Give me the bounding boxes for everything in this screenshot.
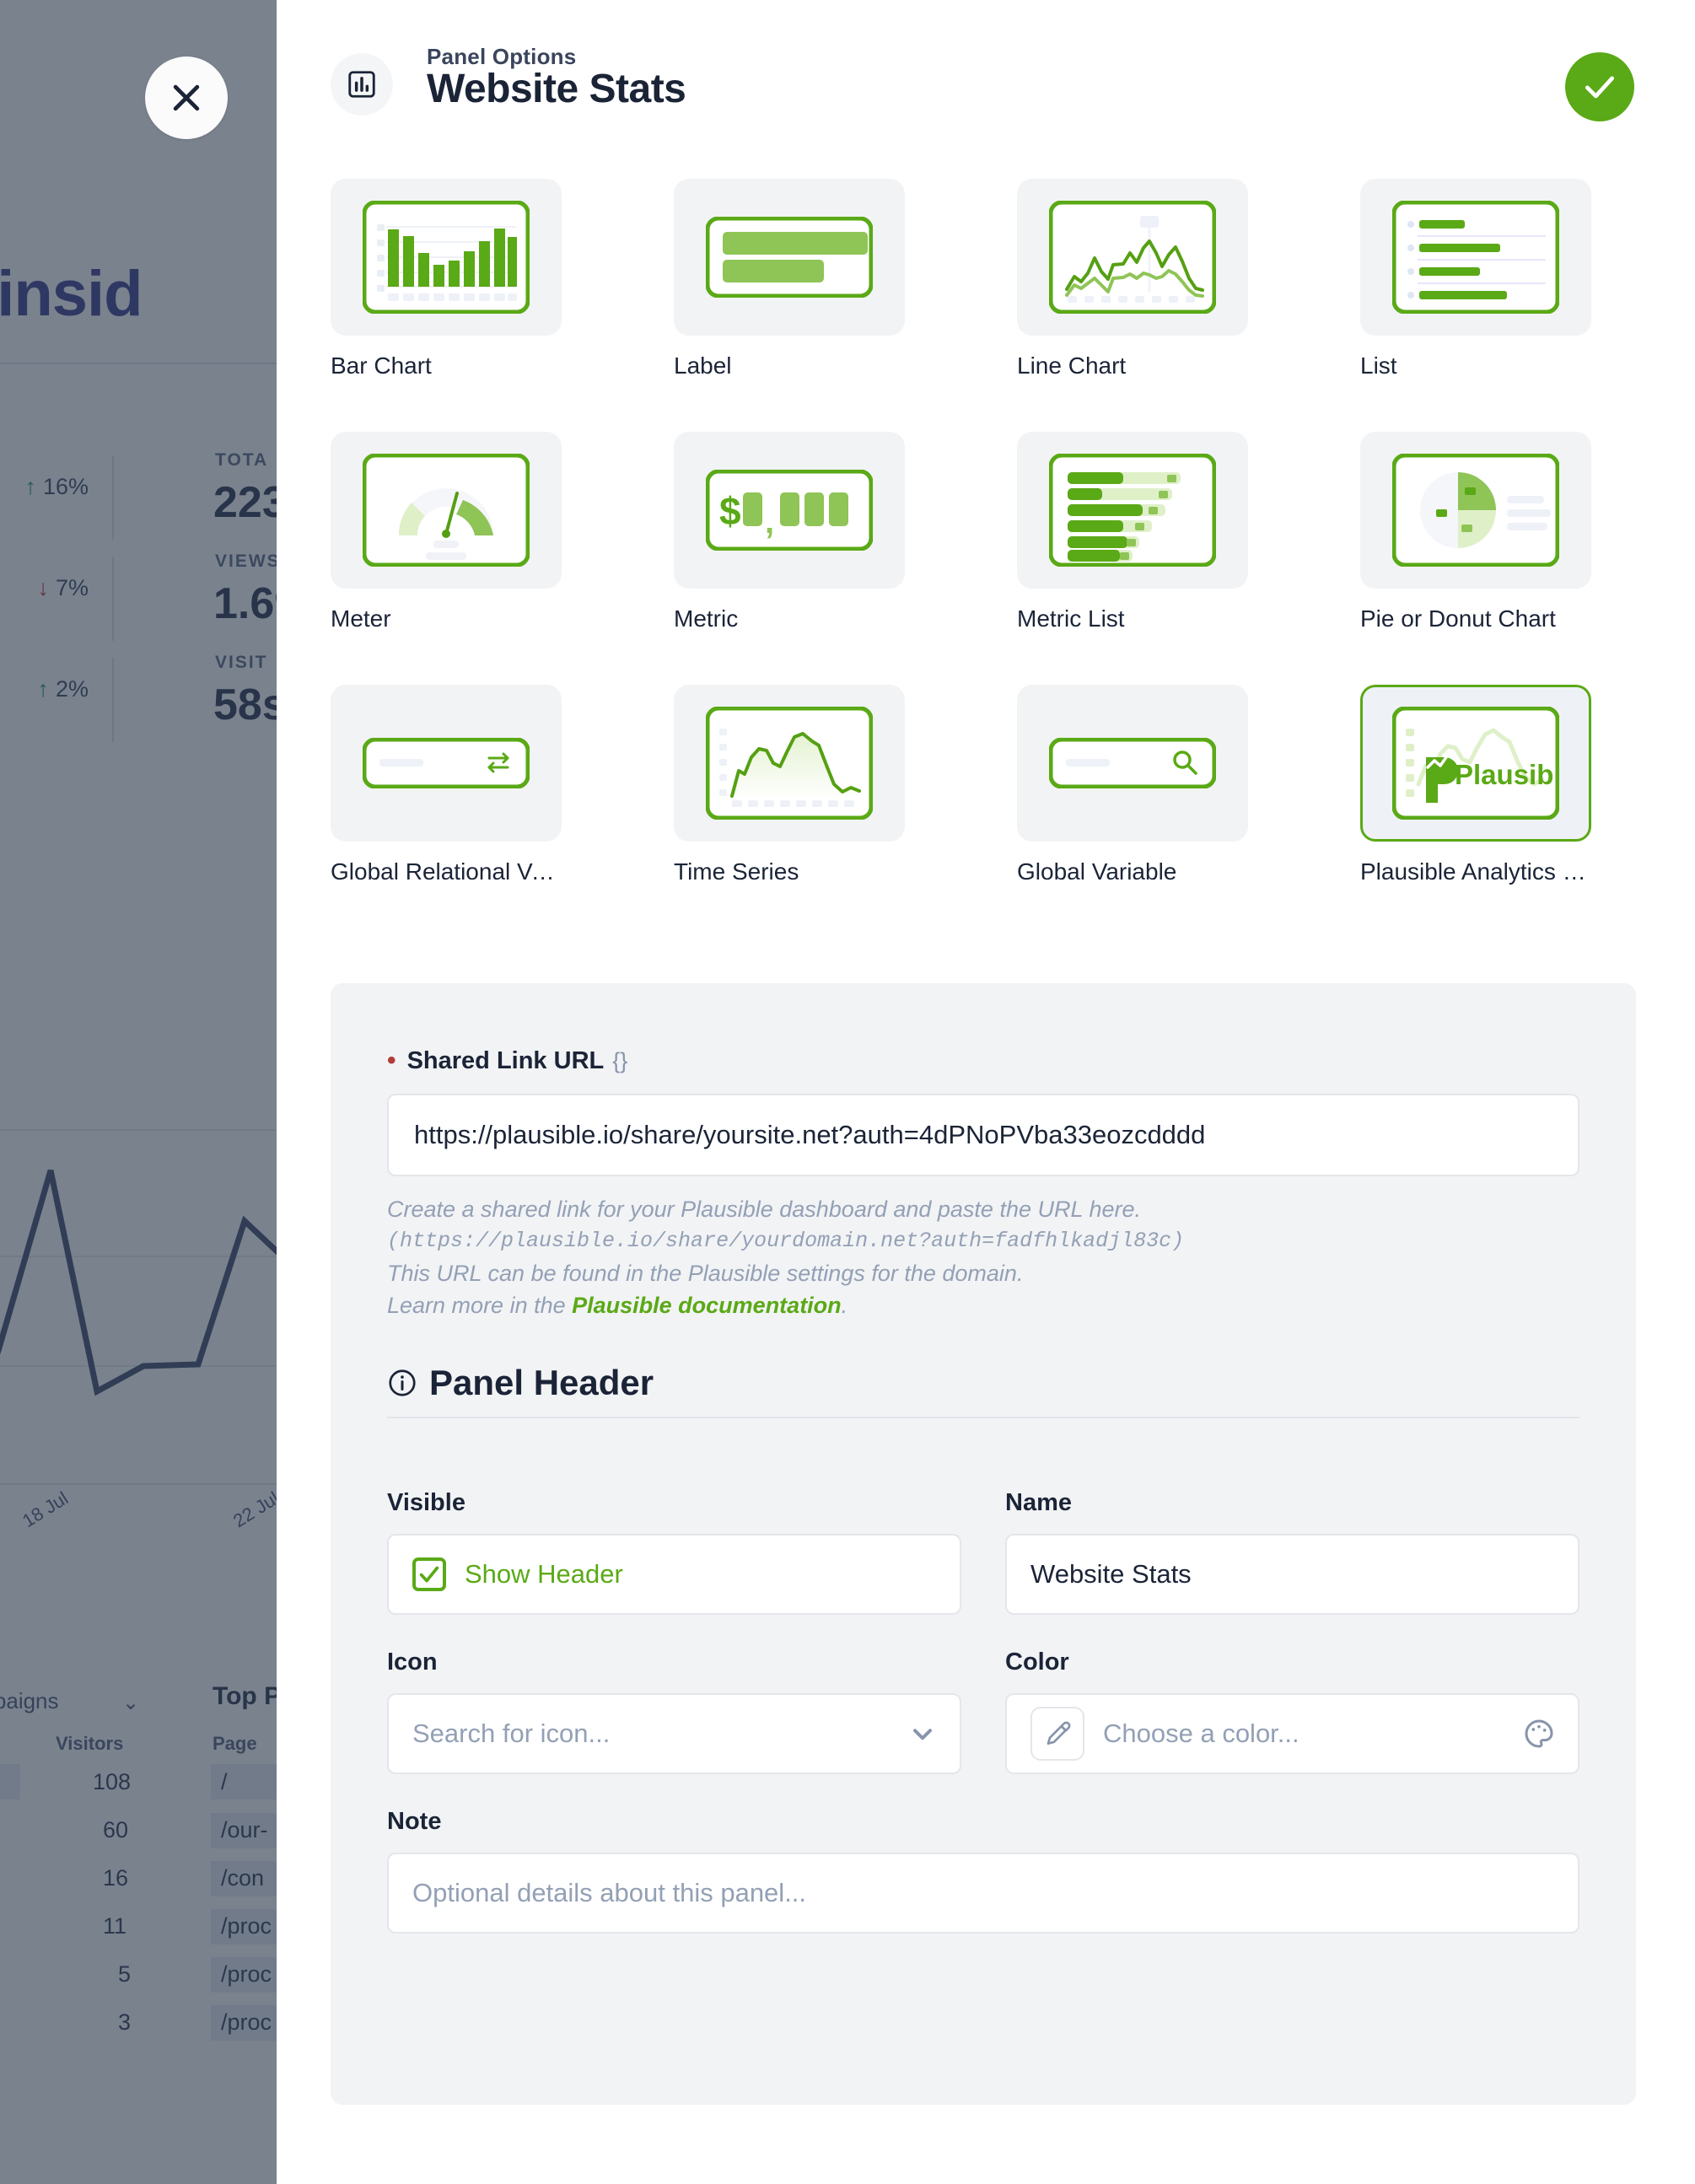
svg-text:Plausible: Plausible — [1455, 759, 1559, 790]
list-thumbnail — [1360, 179, 1591, 336]
confirm-button[interactable] — [1565, 52, 1634, 121]
color-input[interactable]: Choose a color... — [1005, 1693, 1579, 1774]
help-line-2: (https://plausible.io/share/yourdomain.n… — [387, 1229, 1185, 1253]
color-field: Color Choose a color... — [1005, 1649, 1579, 1774]
check-icon — [1585, 76, 1615, 99]
panel-type-line-chart[interactable]: Line Chart — [1017, 179, 1248, 379]
visible-field: Visible Show Header — [387, 1489, 961, 1615]
modal-header: Panel Options Website Stats — [277, 0, 1695, 156]
svg-text:$: $ — [719, 489, 741, 533]
panel-type-list[interactable]: List — [1360, 179, 1591, 379]
info-icon — [389, 1369, 416, 1396]
panel-type-metric[interactable]: $ , Metric — [674, 432, 905, 632]
panel-type-label: Bar Chart — [331, 352, 432, 379]
panel-options-modal: Panel Options Website Stats Bar Chart La… — [277, 0, 1695, 2184]
relational-variable-thumbnail — [331, 685, 562, 842]
name-input[interactable]: Website Stats — [1005, 1534, 1579, 1615]
show-header-checkbox-row[interactable]: Show Header — [387, 1534, 961, 1615]
panel-type-label: Global Variable — [1017, 858, 1177, 885]
help-line-4: Learn more in the Plausible documentatio… — [387, 1293, 848, 1318]
panel-type-label: Meter — [331, 605, 391, 632]
help-line-1: Create a shared link for your Plausible … — [387, 1197, 1142, 1222]
panel-header-form: Visible Show Header Name Website Stats I… — [387, 1489, 1579, 1934]
shared-link-url-input[interactable]: https://plausible.io/share/yoursite.net?… — [387, 1094, 1579, 1176]
panel-header-section-title: Panel Header — [387, 1363, 1579, 1403]
panel-type-label: Global Relational Vari... — [331, 858, 562, 885]
panel-type-label[interactable]: Label — [674, 179, 905, 379]
panel-type-meter[interactable]: Meter — [331, 432, 562, 632]
shared-link-url-value: https://plausible.io/share/yoursite.net?… — [414, 1120, 1206, 1149]
label-thumbnail — [674, 179, 905, 336]
panel-header-section: Panel Header — [387, 1363, 1579, 1418]
note-input[interactable]: Optional details about this panel... — [387, 1853, 1579, 1934]
section-divider — [387, 1417, 1579, 1418]
meter-thumbnail — [331, 432, 562, 589]
metric-thumbnail: $ , — [674, 432, 905, 589]
panel-type-plausible[interactable]: Plausible Plausible Analytics Int... — [1360, 685, 1591, 885]
panel-type-bar-chart[interactable]: Bar Chart — [331, 179, 562, 379]
icon-placeholder: Search for icon... — [412, 1719, 611, 1748]
global-variable-thumbnail — [1017, 685, 1248, 842]
panel-type-metric-list[interactable]: Metric List — [1017, 432, 1248, 632]
svg-text:,: , — [765, 503, 774, 541]
bar-chart-thumbnail — [331, 179, 562, 336]
panel-type-global-variable[interactable]: Global Variable — [1017, 685, 1248, 885]
chevron-down-icon[interactable] — [907, 1719, 938, 1749]
note-label: Note — [387, 1808, 442, 1835]
color-placeholder: Choose a color... — [1103, 1719, 1300, 1748]
plausible-documentation-link[interactable]: Plausible documentation — [572, 1293, 842, 1318]
icon-select[interactable]: Search for icon... — [387, 1693, 961, 1774]
palette-icon[interactable] — [1522, 1717, 1556, 1751]
color-label: Color — [1005, 1649, 1069, 1676]
panel-type-global-relational[interactable]: Global Relational Vari... — [331, 685, 562, 885]
shared-link-url-label: Shared Link URL{} — [387, 1046, 1579, 1075]
visible-label: Visible — [387, 1489, 465, 1516]
close-modal-button[interactable] — [145, 56, 228, 139]
shared-link-url-field: Shared Link URL{} https://plausible.io/s… — [387, 1046, 1579, 1321]
name-value: Website Stats — [1030, 1559, 1192, 1589]
bar-chart-icon — [331, 53, 393, 116]
modal-title: Website Stats — [427, 67, 686, 111]
name-field: Name Website Stats — [1005, 1489, 1579, 1615]
panel-settings-card: Shared Link URL{} https://plausible.io/s… — [331, 983, 1636, 2105]
time-series-thumbnail — [674, 685, 905, 842]
metric-list-thumbnail — [1017, 432, 1248, 589]
panel-type-grid: Bar Chart Label Line Chart List Meter $ … — [331, 179, 1636, 885]
panel-type-label: List — [1360, 352, 1397, 379]
braces-icon: {} — [612, 1048, 628, 1073]
form-row-visible-name: Visible Show Header Name Website Stats — [387, 1489, 1579, 1615]
checkbox-checked-icon[interactable] — [412, 1557, 446, 1591]
panel-type-label: Plausible Analytics Int... — [1360, 858, 1591, 885]
panel-type-label: Line Chart — [1017, 352, 1127, 379]
panel-type-label: Metric — [674, 605, 739, 632]
show-header-label: Show Header — [465, 1559, 623, 1589]
plausible-thumbnail: Plausible — [1360, 685, 1591, 842]
shared-link-url-help: Create a shared link for your Plausible … — [387, 1193, 1579, 1321]
panel-type-pie-donut[interactable]: Pie or Donut Chart — [1360, 432, 1591, 632]
close-icon — [173, 84, 200, 111]
eyedropper-icon[interactable] — [1030, 1707, 1084, 1761]
icon-label: Icon — [387, 1649, 438, 1676]
note-placeholder: Optional details about this panel... — [412, 1878, 807, 1907]
panel-type-label: Pie or Donut Chart — [1360, 605, 1556, 632]
name-label: Name — [1005, 1489, 1072, 1516]
panel-type-label: Metric List — [1017, 605, 1125, 632]
form-row-icon-color: Icon Search for icon... Color Choose a c… — [387, 1649, 1579, 1774]
icon-field: Icon Search for icon... — [387, 1649, 961, 1774]
panel-type-label: Label — [674, 352, 732, 379]
panel-type-label: Time Series — [674, 858, 799, 885]
pie-chart-thumbnail — [1360, 432, 1591, 589]
note-field: Note Optional details about this panel..… — [387, 1808, 1579, 1934]
help-line-3: This URL can be found in the Plausible s… — [387, 1261, 1024, 1286]
panel-type-time-series[interactable]: Time Series — [674, 685, 905, 885]
line-chart-thumbnail — [1017, 179, 1248, 336]
